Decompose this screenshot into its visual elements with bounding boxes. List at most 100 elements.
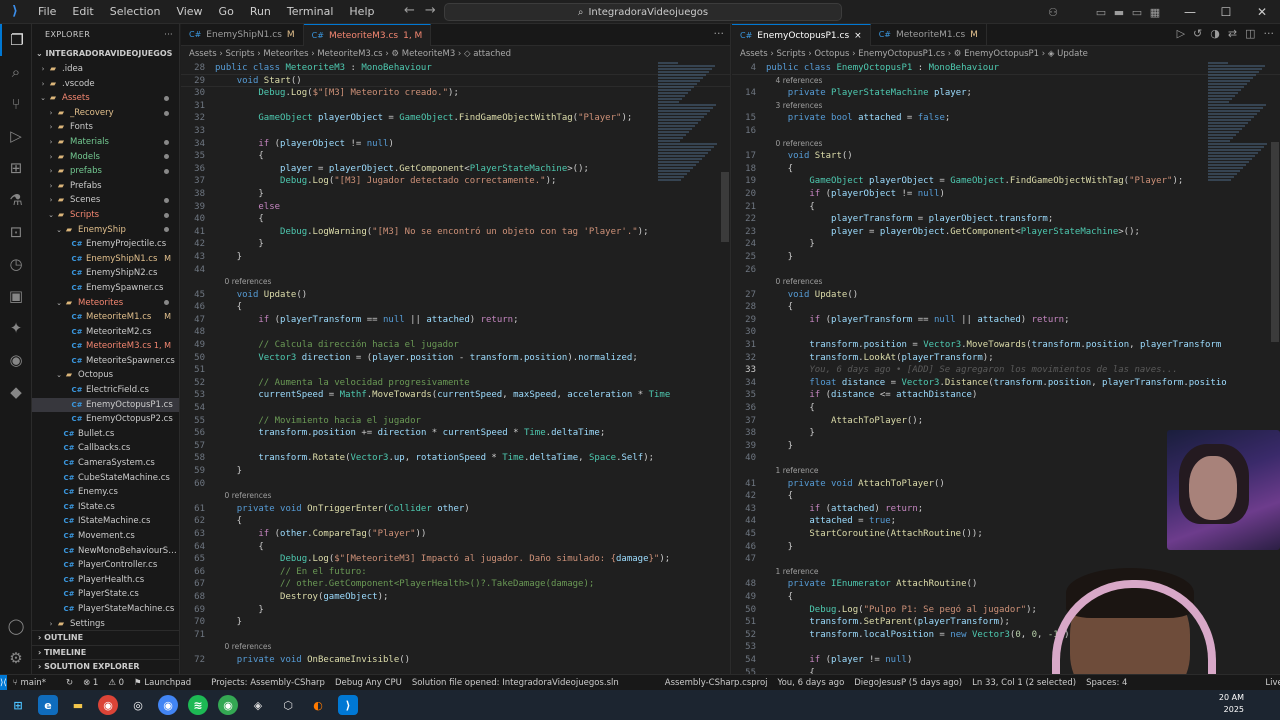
codelens-references[interactable]: 0 references bbox=[181, 490, 730, 503]
manage-gear-icon[interactable]: ⚙ bbox=[0, 642, 32, 674]
blender-icon[interactable]: ◐ bbox=[308, 695, 328, 715]
tree-item[interactable]: C# MeteoriteM3.cs 1, M bbox=[32, 339, 179, 354]
code-line[interactable]: 32 GameObject playerObject = GameObject.… bbox=[181, 112, 730, 125]
tree-item[interactable]: C# Enemy.cs bbox=[32, 485, 179, 500]
forward-arrow-icon[interactable]: → bbox=[425, 3, 436, 18]
tree-item[interactable]: C# EnemyProjectile.cs bbox=[32, 237, 179, 252]
minimap-left[interactable] bbox=[658, 62, 718, 262]
codelens-references[interactable]: 3 references bbox=[732, 100, 1280, 113]
timeline-icon[interactable]: ◷ bbox=[0, 248, 32, 280]
tree-item[interactable]: C# MeteoriteM2.cs bbox=[32, 325, 179, 340]
cursor-position[interactable]: Ln 33, Col 1 (2 selected) bbox=[972, 678, 1076, 688]
tree-item[interactable]: › ▰ .idea bbox=[32, 62, 179, 77]
back-arrow-icon[interactable]: ← bbox=[404, 3, 415, 18]
project-root[interactable]: ⌄ INTEGRADORAVIDEOJUEGOS bbox=[32, 46, 179, 62]
search-icon[interactable]: ⌕ bbox=[0, 56, 32, 88]
tree-item[interactable]: › ▰ Prefabs bbox=[32, 179, 179, 194]
file-explorer-icon[interactable]: ▬ bbox=[68, 695, 88, 715]
codelens-references[interactable]: 0 references bbox=[181, 276, 730, 289]
explorer-icon[interactable]: ❐ bbox=[0, 24, 32, 56]
tree-item[interactable]: C# PlayerController.cs bbox=[32, 558, 179, 573]
code-line[interactable]: 43 } bbox=[181, 251, 730, 264]
code-line[interactable]: 48 bbox=[181, 326, 730, 339]
toggle-panel-icon[interactable]: ▬ bbox=[1110, 6, 1128, 19]
section-solution-explorer[interactable]: › SOLUTION EXPLORER bbox=[32, 659, 179, 674]
tree-item[interactable]: C# MeteoriteM1.cs M bbox=[32, 310, 179, 325]
tree-item[interactable]: C# EnemyShipN2.cs bbox=[32, 266, 179, 281]
tree-item[interactable]: ⌄ ▰ Octopus bbox=[32, 368, 179, 383]
tab-meteoritem3[interactable]: C# MeteoriteM3.cs 1, M bbox=[303, 24, 432, 46]
code-line[interactable]: 58 transform.Rotate(Vector3.up, rotation… bbox=[181, 452, 730, 465]
code-line[interactable]: 66 // En el futuro: bbox=[181, 566, 730, 579]
code-line[interactable]: 72 private void OnBecameInvisible() bbox=[181, 654, 730, 667]
unity-icon[interactable]: ◈ bbox=[248, 695, 268, 715]
code-line[interactable]: 47 if (playerTransform == null || attach… bbox=[181, 314, 730, 327]
chrome-icon[interactable]: ◉ bbox=[98, 695, 118, 715]
code-line[interactable]: 45 void Update() bbox=[181, 289, 730, 302]
tree-item[interactable]: C# NewMonoBehaviourScri... bbox=[32, 544, 180, 559]
code-line[interactable]: 63 if (other.CompareTag("Player")) bbox=[181, 528, 730, 541]
launchpad-button[interactable]: ⚑ Launchpad bbox=[134, 678, 201, 688]
code-line[interactable]: 30 bbox=[732, 326, 1280, 339]
gitlens-icon[interactable]: ◉ bbox=[0, 344, 32, 376]
code-line[interactable]: 26 bbox=[732, 264, 1280, 277]
scrollbar-thumb[interactable] bbox=[1271, 142, 1279, 342]
maximize-icon[interactable]: ☐ bbox=[1208, 5, 1244, 19]
code-line[interactable]: 70 } bbox=[181, 616, 730, 629]
code-line[interactable]: 41 Debug.LogWarning("[M3] No se encontró… bbox=[181, 226, 730, 239]
tree-item[interactable]: › ▰ _Recovery bbox=[32, 106, 179, 121]
extensions-icon[interactable]: ⊞ bbox=[0, 152, 32, 184]
code-line[interactable]: 62 { bbox=[181, 515, 730, 528]
indentation-indicator[interactable]: Spaces: 4 bbox=[1086, 678, 1127, 688]
toggle-sidebar-icon[interactable]: ▭ bbox=[1092, 6, 1110, 19]
code-line[interactable]: 53 currentSpeed = Mathf.MoveTowards(curr… bbox=[181, 389, 730, 402]
tree-item[interactable]: › ▰ Materials bbox=[32, 135, 179, 150]
code-line[interactable]: 33 You, 6 days ago • [ADD] Se agregaron … bbox=[732, 364, 1280, 377]
tree-item[interactable]: ⌄ ▰ Scripts bbox=[32, 208, 179, 223]
code-line[interactable]: 19 GameObject playerObject = GameObject.… bbox=[732, 175, 1280, 188]
toggle-secondary-sidebar-icon[interactable]: ▭ bbox=[1128, 6, 1146, 19]
blame-indicator[interactable]: You, 6 days ago bbox=[778, 678, 845, 688]
code-line[interactable]: 22 playerTransform = playerObject.transf… bbox=[732, 213, 1280, 226]
run-icon[interactable]: ▷ bbox=[1177, 27, 1185, 40]
code-line[interactable]: 71 bbox=[181, 629, 730, 642]
code-line[interactable]: 29 if (playerTransform == null || attach… bbox=[732, 314, 1280, 327]
code-line[interactable]: 15 private bool attached = false; bbox=[732, 112, 1280, 125]
scrollbar-left[interactable] bbox=[720, 62, 730, 674]
more-actions-icon[interactable]: ··· bbox=[1264, 27, 1275, 40]
config-indicator[interactable]: Debug Any CPU bbox=[335, 678, 402, 688]
unity-hub-icon[interactable]: ⬡ bbox=[278, 695, 298, 715]
code-line[interactable]: 31 transform.position = Vector3.MoveTowa… bbox=[732, 339, 1280, 352]
code-line[interactable]: 42 } bbox=[181, 238, 730, 251]
csproj-indicator[interactable]: Assembly-CSharp.csproj bbox=[665, 678, 768, 688]
section-timeline[interactable]: › TIMELINE bbox=[32, 644, 179, 660]
code-line[interactable]: 51 bbox=[181, 364, 730, 377]
tree-item[interactable]: C# PlayerState.cs bbox=[32, 587, 179, 602]
code-line[interactable]: 18 { bbox=[732, 163, 1280, 176]
code-line[interactable]: 67 // other.GetComponent<PlayerHealth>()… bbox=[181, 578, 730, 591]
tree-item[interactable]: C# PlayerStateMachine.cs bbox=[32, 602, 179, 617]
code-line[interactable]: 34 if (playerObject != null) bbox=[181, 138, 730, 151]
code-line[interactable]: 14 private PlayerStateMachine player; bbox=[732, 87, 1280, 100]
run-debug-icon[interactable]: ▷ bbox=[0, 120, 32, 152]
code-line[interactable]: 54 bbox=[181, 402, 730, 415]
tree-item[interactable]: › ▰ Scenes bbox=[32, 193, 179, 208]
code-line[interactable]: 60 bbox=[181, 478, 730, 491]
codelens-references[interactable]: 0 references bbox=[181, 641, 730, 654]
compare-icon[interactable]: ⇄ bbox=[1228, 27, 1237, 40]
code-line[interactable]: 56 transform.position += direction * cur… bbox=[181, 427, 730, 440]
sticky-line[interactable]: 28 public class MeteoriteM3 : MonoBehavio… bbox=[181, 62, 730, 75]
system-clock[interactable]: 20 AM 2025 bbox=[1219, 692, 1244, 716]
tab-enemyoctopusp1[interactable]: C# EnemyOctopusP1.cs × bbox=[732, 24, 871, 46]
tree-item[interactable]: C# CameraSystem.cs bbox=[32, 456, 179, 471]
code-line[interactable]: 52 // Aumenta la velocidad progresivamen… bbox=[181, 377, 730, 390]
minimap-right[interactable] bbox=[1208, 62, 1268, 262]
code-editor-left[interactable]: 30 Debug.Log($"[M3] Meteorito creado.");… bbox=[181, 87, 730, 666]
close-icon[interactable]: ✕ bbox=[1244, 5, 1280, 19]
code-line[interactable]: 49 // Calcula dirección hacia el jugador bbox=[181, 339, 730, 352]
code-line[interactable]: 28 { bbox=[732, 301, 1280, 314]
spotify-icon[interactable]: ≋ bbox=[188, 695, 208, 715]
sync-icon[interactable]: ↻ bbox=[66, 678, 73, 688]
tree-item[interactable]: › ▰ Models bbox=[32, 150, 179, 165]
split-editor-icon[interactable]: ◫ bbox=[1245, 27, 1255, 40]
